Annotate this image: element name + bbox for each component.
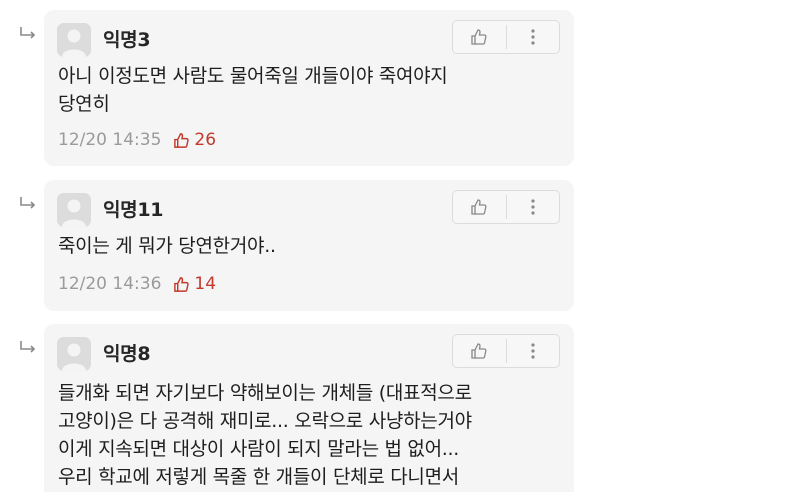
comment-meta: 12/20 14:35 26	[58, 130, 216, 150]
comment-text-line: 우리 학교에 저렇게 목줄 한 개들이 단체로 다니면서	[58, 466, 459, 488]
comment-text-line: 고양이)은 다 공격해 재미로... 오락으로 사냥하는거야	[58, 410, 472, 432]
thumbs-up-icon	[471, 29, 487, 45]
comment-timestamp: 12/20 14:36	[58, 274, 162, 294]
more-options-button[interactable]	[507, 21, 560, 53]
comment-card: 익명8 들개화 되면 자기보다 약해보이는 개체들 (대표적으로 고양이)은 다…	[44, 324, 574, 492]
more-options-button[interactable]	[507, 191, 560, 223]
comment-card: 익명3 아니 이정도면 사람도 물어죽일 개들이야 죽여야지 당연히 12/20…	[44, 10, 574, 166]
thumbs-up-icon	[471, 343, 487, 359]
comment-author[interactable]: 익명8	[103, 339, 151, 366]
comment-text-line: 들개화 되면 자기보다 약해보이는 개체들 (대표적으로	[58, 382, 472, 404]
more-vertical-icon	[531, 199, 535, 215]
like-count-group: 14	[173, 274, 216, 294]
comment-actions	[452, 190, 560, 224]
avatar[interactable]	[57, 337, 91, 371]
like-count-group: 26	[173, 130, 216, 150]
thumbs-up-icon	[174, 276, 190, 292]
like-button[interactable]	[453, 21, 506, 53]
comment-actions	[452, 20, 560, 54]
comment-text-line: 아니 이정도면 사람도 물어죽일 개들이야 죽여야지	[58, 65, 448, 87]
comment-text-line: 당연히	[58, 93, 110, 115]
like-button[interactable]	[453, 191, 506, 223]
comment-thread: 익명3 아니 이정도면 사람도 물어죽일 개들이야 죽여야지 당연히 12/20…	[0, 0, 788, 492]
like-button[interactable]	[453, 335, 506, 367]
comment-text-line: 이게 지속되면 대상이 사람이 되지 말라는 법 없어...	[58, 438, 459, 460]
more-vertical-icon	[531, 29, 535, 45]
thumbs-up-icon	[471, 199, 487, 215]
more-options-button[interactable]	[507, 335, 560, 367]
comment-actions	[452, 334, 560, 368]
reply-arrow-icon	[20, 197, 36, 209]
default-avatar-icon	[57, 193, 91, 227]
comment-card: 익명11 죽이는 게 뭐가 당연한거야.. 12/20 14:36 14	[44, 180, 574, 311]
comment-text-line: 죽이는 게 뭐가 당연한거야..	[58, 235, 276, 257]
avatar[interactable]	[57, 23, 91, 57]
more-vertical-icon	[531, 343, 535, 359]
default-avatar-icon	[57, 23, 91, 57]
comment-author[interactable]: 익명3	[103, 25, 151, 52]
reply-arrow-icon	[20, 27, 36, 39]
thumbs-up-icon	[174, 132, 190, 148]
comment-author[interactable]: 익명11	[103, 195, 164, 222]
default-avatar-icon	[57, 337, 91, 371]
avatar[interactable]	[57, 193, 91, 227]
comment-timestamp: 12/20 14:35	[58, 130, 162, 150]
reply-arrow-icon	[20, 341, 36, 353]
comment-meta: 12/20 14:36 14	[58, 274, 216, 294]
like-count: 26	[194, 130, 217, 150]
like-count: 14	[194, 274, 217, 294]
